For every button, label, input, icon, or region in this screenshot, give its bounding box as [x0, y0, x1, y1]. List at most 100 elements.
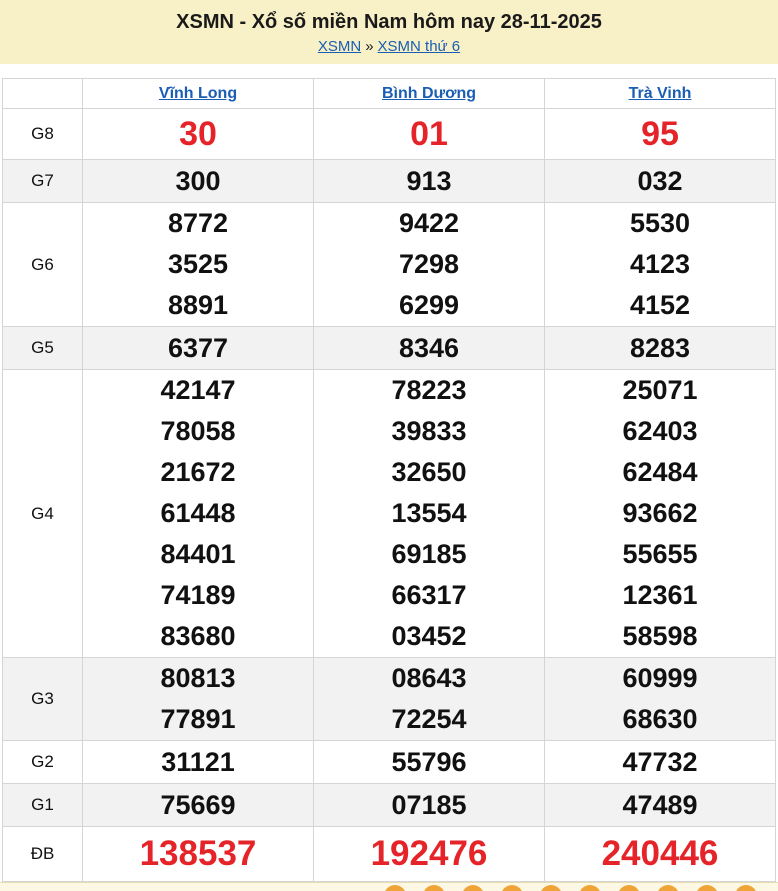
- next-section-strip: [0, 882, 778, 891]
- breadcrumb-separator: »: [365, 38, 373, 55]
- prize-number: 66317: [314, 575, 544, 616]
- prize-number: 72254: [314, 699, 544, 740]
- prize-number: 83680: [83, 616, 313, 657]
- prize-number: 62484: [545, 452, 775, 493]
- prize-cell: 032: [545, 160, 776, 203]
- prize-cell: 0864372254: [314, 658, 545, 741]
- province-header-vinh-long: Vĩnh Long: [83, 79, 314, 109]
- prize-label: G8: [3, 109, 83, 160]
- prize-number: 032: [545, 161, 775, 202]
- prize-row-G4: G442147780582167261448844017418983680782…: [3, 370, 776, 658]
- page-title: XSMN - Xổ số miền Nam hôm nay 28-11-2025: [0, 9, 778, 35]
- province-header-row: Vĩnh Long Bình Dương Trà Vinh: [3, 79, 776, 109]
- breadcrumb-link-xsmn-thu6[interactable]: XSMN thứ 6: [378, 38, 461, 55]
- prize-label: G4: [3, 370, 83, 658]
- prize-row-ĐB: ĐB138537192476240446: [3, 827, 776, 882]
- prize-number: 6377: [83, 328, 313, 369]
- prize-number: 4152: [545, 285, 775, 326]
- lotto-ball-icon: [540, 885, 562, 891]
- province-link-vinh-long[interactable]: Vĩnh Long: [159, 85, 237, 102]
- prize-number: 5530: [545, 203, 775, 244]
- breadcrumb: XSMN» XSMN thứ 6: [0, 35, 778, 59]
- prize-number: 61448: [83, 493, 313, 534]
- prize-cell: 300: [83, 160, 314, 203]
- prize-row-G2: G2311215579647732: [3, 741, 776, 784]
- lotto-ball-icon: [696, 885, 718, 891]
- results-table: Vĩnh Long Bình Dương Trà Vinh G8300195G7…: [2, 78, 776, 882]
- prize-number: 32650: [314, 452, 544, 493]
- prize-number: 80813: [83, 658, 313, 699]
- prize-cell: 01: [314, 109, 545, 160]
- prize-number: 47732: [545, 742, 775, 783]
- prize-number: 47489: [545, 785, 775, 826]
- lotto-ball-icon: [618, 885, 640, 891]
- prize-number: 240446: [545, 827, 775, 881]
- prize-row-G3: G3808137789108643722546099968630: [3, 658, 776, 741]
- prize-number: 30: [83, 109, 313, 159]
- province-link-binh-duong[interactable]: Bình Dương: [382, 85, 476, 102]
- prize-number: 01: [314, 109, 544, 159]
- prize-cell: 25071624036248493662556551236158598: [545, 370, 776, 658]
- prize-cell: 240446: [545, 827, 776, 882]
- prize-row-G7: G7300913032: [3, 160, 776, 203]
- prize-number: 55796: [314, 742, 544, 783]
- prize-number: 8891: [83, 285, 313, 326]
- prize-cell: 31121: [83, 741, 314, 784]
- prize-number: 55655: [545, 534, 775, 575]
- prize-number: 93662: [545, 493, 775, 534]
- lotto-ball-icon: [735, 885, 757, 891]
- prize-cell: 30: [83, 109, 314, 160]
- title-banner: XSMN - Xổ số miền Nam hôm nay 28-11-2025…: [0, 0, 778, 64]
- prize-number: 84401: [83, 534, 313, 575]
- prize-cell: 75669: [83, 784, 314, 827]
- prize-row-G5: G5637783468283: [3, 327, 776, 370]
- prize-number: 9422: [314, 203, 544, 244]
- prize-label: ĐB: [3, 827, 83, 882]
- prize-label: G3: [3, 658, 83, 741]
- prize-number: 4123: [545, 244, 775, 285]
- prize-number: 192476: [314, 827, 544, 881]
- prize-number: 42147: [83, 370, 313, 411]
- prize-number: 78223: [314, 370, 544, 411]
- lotto-ball-icon: [462, 885, 484, 891]
- prize-number: 25071: [545, 370, 775, 411]
- lotto-ball-icon: [657, 885, 679, 891]
- lotto-balls-row: [384, 885, 757, 891]
- prize-cell: 07185: [314, 784, 545, 827]
- prize-number: 21672: [83, 452, 313, 493]
- prize-number: 31121: [83, 742, 313, 783]
- prize-cell: 47732: [545, 741, 776, 784]
- prize-cell: 78223398333265013554691856631703452: [314, 370, 545, 658]
- prize-number: 3525: [83, 244, 313, 285]
- prize-cell: 8346: [314, 327, 545, 370]
- prize-cell: 6099968630: [545, 658, 776, 741]
- prize-number: 12361: [545, 575, 775, 616]
- prize-cell: 42147780582167261448844017418983680: [83, 370, 314, 658]
- prize-number: 300: [83, 161, 313, 202]
- prize-number: 60999: [545, 658, 775, 699]
- prize-cell: 6377: [83, 327, 314, 370]
- prize-label: G6: [3, 203, 83, 327]
- prize-number: 8772: [83, 203, 313, 244]
- breadcrumb-link-xsmn[interactable]: XSMN: [318, 38, 361, 55]
- prize-cell: 877235258891: [83, 203, 314, 327]
- prize-cell: 553041234152: [545, 203, 776, 327]
- province-header-tra-vinh: Trà Vinh: [545, 79, 776, 109]
- prize-number: 07185: [314, 785, 544, 826]
- prize-cell: 8081377891: [83, 658, 314, 741]
- corner-cell: [3, 79, 83, 109]
- prize-number: 8283: [545, 328, 775, 369]
- prize-number: 8346: [314, 328, 544, 369]
- prize-number: 78058: [83, 411, 313, 452]
- prize-number: 913: [314, 161, 544, 202]
- prize-row-G6: G6877235258891942272986299553041234152: [3, 203, 776, 327]
- prize-number: 77891: [83, 699, 313, 740]
- lotto-ball-icon: [423, 885, 445, 891]
- prize-label: G2: [3, 741, 83, 784]
- lotto-ball-icon: [384, 885, 406, 891]
- prize-number: 7298: [314, 244, 544, 285]
- prize-cell: 55796: [314, 741, 545, 784]
- prize-number: 39833: [314, 411, 544, 452]
- prize-number: 74189: [83, 575, 313, 616]
- province-link-tra-vinh[interactable]: Trà Vinh: [629, 85, 692, 102]
